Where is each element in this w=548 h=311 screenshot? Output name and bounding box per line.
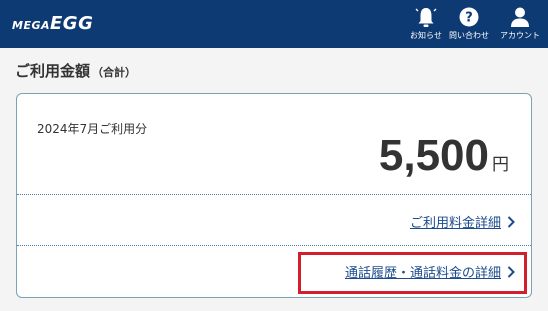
page-title-text: ご利用金額 [15, 62, 91, 80]
nav-account-label: アカウント [500, 31, 540, 40]
amount-value: 5,500 [378, 131, 489, 180]
nav-contact[interactable]: ? 問い合わせ [449, 6, 489, 41]
chevron-right-icon [507, 215, 515, 228]
nav-account[interactable]: アカウント [500, 6, 540, 41]
bell-icon [415, 8, 437, 27]
app-header: MEGAEGG お知らせ ? 問い合わせ アカウント [0, 0, 548, 48]
billing-amount: 5,500 円 [379, 131, 509, 181]
logo-main: EGG [50, 13, 94, 34]
page-title-subtitle: （合計） [92, 66, 137, 79]
usage-fee-detail-label: ご利用料金詳細 [409, 216, 501, 231]
help-icon: ? [459, 7, 479, 27]
divider [17, 245, 531, 246]
highlight-box [298, 252, 527, 294]
divider [17, 194, 531, 195]
nav-notifications-label: お知らせ [410, 31, 442, 40]
user-icon [511, 7, 529, 27]
billing-period: 2024年7月ご利用分 [37, 122, 148, 136]
logo-prefix: MEGA [12, 19, 51, 32]
svg-text:?: ? [465, 11, 473, 26]
megaegg-logo[interactable]: MEGAEGG [12, 13, 93, 34]
nav-notifications[interactable]: お知らせ [410, 6, 442, 41]
usage-fee-detail-link[interactable]: ご利用料金詳細 [410, 212, 515, 231]
amount-currency: 円 [492, 155, 509, 175]
page-title: ご利用金額 （合計） [15, 60, 136, 81]
nav-contact-label: 問い合わせ [449, 31, 489, 40]
